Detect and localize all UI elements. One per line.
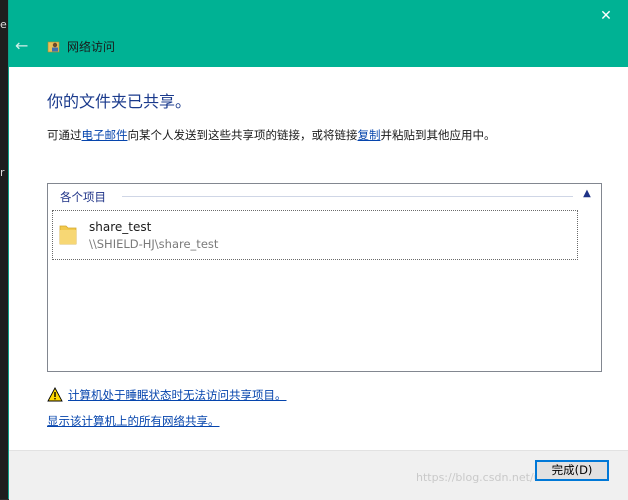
close-button[interactable]: ✕ <box>596 6 616 26</box>
copy-link[interactable]: 复制 <box>358 128 381 142</box>
group-header: 各个项目 <box>60 190 106 204</box>
back-button[interactable]: ← <box>15 36 35 56</box>
network-share-icon <box>47 41 60 53</box>
share-description: 可通过电子邮件向某个人发送到这些共享项的链接，或将链接复制并粘贴到其他应用中。 <box>47 127 496 143</box>
show-all-shares-link[interactable]: 显示该计算机上的所有网络共享。 <box>47 413 220 429</box>
item-name: share_test <box>89 220 152 234</box>
background-char: e <box>0 18 7 31</box>
close-icon: ✕ <box>600 8 612 24</box>
description-text: 并粘贴到其他应用中。 <box>380 128 496 142</box>
finish-button[interactable]: 完成(D) <box>535 460 609 481</box>
background-window-strip: e r <box>0 0 8 499</box>
warning-icon <box>47 387 63 402</box>
list-item[interactable]: share_test \\SHIELD-HJ\share_test <box>52 210 578 260</box>
description-text: 可通过 <box>47 128 82 142</box>
collapse-chevron-icon[interactable]: ▲ <box>581 188 593 200</box>
title-bar: ✕ ← 网络访问 <box>9 0 628 67</box>
window-title: 网络访问 <box>67 40 116 54</box>
dialog-footer: https://blog.csdn.net/u0...96 完成(D) <box>9 450 628 500</box>
email-link[interactable]: 电子邮件 <box>82 128 128 142</box>
background-char: r <box>0 166 5 179</box>
item-path: \\SHIELD-HJ\share_test <box>89 237 219 251</box>
shared-items-list[interactable]: 各个项目 ▲ share_test \\SHIELD-HJ\share_test <box>47 183 602 372</box>
sleep-warning-link[interactable]: 计算机处于睡眠状态时无法访问共享项目。 <box>68 387 287 403</box>
description-text: 向某个人发送到这些共享项的链接，或将链接 <box>127 128 358 142</box>
network-access-dialog: ✕ ← 网络访问 你的文件夹已共享。 可通过电子邮件向某个人发送到这些共享项的链… <box>8 0 628 500</box>
page-heading: 你的文件夹已共享。 <box>47 92 192 111</box>
back-arrow-icon: ← <box>15 36 29 55</box>
folder-icon <box>59 225 77 245</box>
group-divider <box>122 196 573 197</box>
